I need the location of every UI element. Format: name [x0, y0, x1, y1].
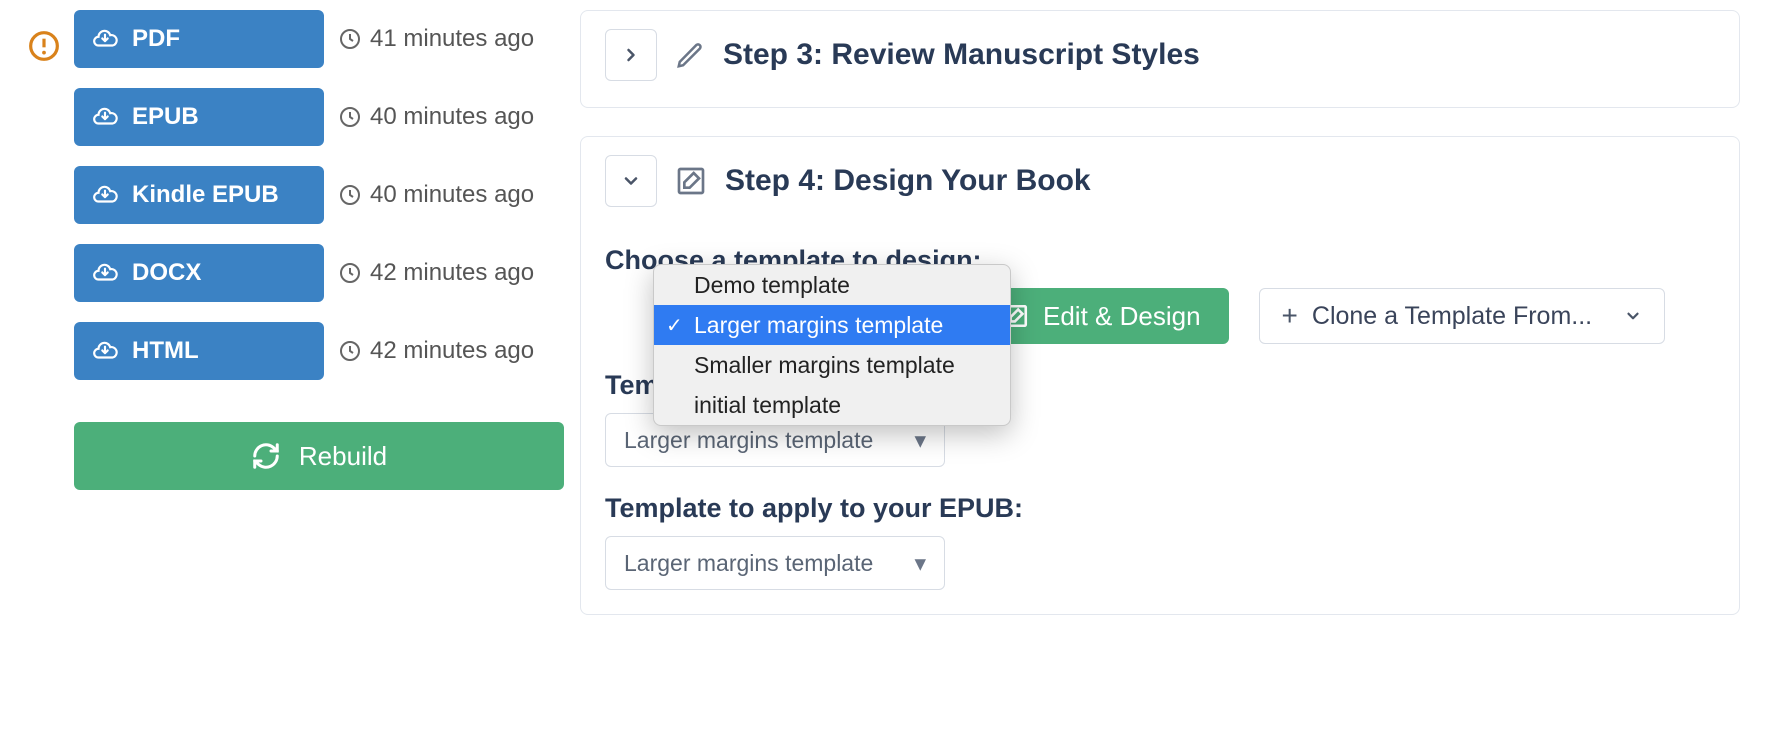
clock-icon	[338, 105, 362, 129]
caret-down-icon: ▾	[914, 427, 926, 454]
edit-design-button[interactable]: Edit & Design	[975, 288, 1229, 344]
template-option-smaller-margins[interactable]: Smaller margins template	[654, 345, 1010, 385]
build-time: 42 minutes ago	[338, 337, 534, 365]
cloud-download-icon	[92, 338, 118, 364]
refresh-icon	[251, 441, 281, 471]
chevron-down-icon	[621, 171, 641, 191]
pencil-icon	[675, 40, 705, 70]
edit-square-icon	[675, 165, 707, 197]
epub-template-select[interactable]: Larger margins template ▾	[605, 536, 945, 590]
format-label: Kindle EPUB	[132, 181, 279, 209]
clock-icon	[338, 339, 362, 363]
clock-icon	[338, 261, 362, 285]
warning-icon	[28, 30, 60, 62]
step-3-title: Step 3: Review Manuscript Styles	[723, 38, 1200, 72]
download-docx-button[interactable]: DOCX	[74, 244, 324, 302]
download-pdf-button[interactable]: PDF	[74, 10, 324, 68]
format-label: HTML	[132, 337, 199, 365]
caret-down-icon: ▾	[914, 550, 926, 577]
build-sidebar: PDF 41 minutes ago EPUB	[28, 10, 548, 615]
step-4-title: Step 4: Design Your Book	[725, 164, 1091, 198]
plus-icon: +	[1282, 300, 1298, 332]
download-html-button[interactable]: HTML	[74, 322, 324, 380]
format-label: DOCX	[132, 259, 201, 287]
template-option-demo[interactable]: Demo template	[654, 265, 1010, 305]
rebuild-label: Rebuild	[299, 441, 387, 472]
chevron-down-icon	[1624, 307, 1642, 325]
chevron-right-icon	[621, 45, 641, 65]
rebuild-button[interactable]: Rebuild	[74, 422, 564, 490]
build-time: 40 minutes ago	[338, 181, 534, 209]
download-epub-button[interactable]: EPUB	[74, 88, 324, 146]
template-option-larger-margins[interactable]: ✓ Larger margins template	[654, 305, 1010, 345]
edit-design-label: Edit & Design	[1043, 301, 1201, 332]
format-label: EPUB	[132, 103, 199, 131]
epub-template-label: Template to apply to your EPUB:	[605, 493, 1715, 524]
step-4-toggle[interactable]	[605, 155, 657, 207]
step-3-card: Step 3: Review Manuscript Styles	[580, 10, 1740, 108]
clock-icon	[338, 27, 362, 51]
step-3-toggle[interactable]	[605, 29, 657, 81]
build-time: 41 minutes ago	[338, 25, 534, 53]
clock-icon	[338, 183, 362, 207]
build-time: 42 minutes ago	[338, 259, 534, 287]
build-time: 40 minutes ago	[338, 103, 534, 131]
template-dropdown-popup: Demo template ✓ Larger margins template …	[653, 264, 1011, 426]
download-kindle-epub-button[interactable]: Kindle EPUB	[74, 166, 324, 224]
cloud-download-icon	[92, 104, 118, 130]
format-label: PDF	[132, 25, 180, 53]
clone-template-button[interactable]: + Clone a Template From...	[1259, 288, 1666, 344]
check-icon: ✓	[666, 313, 683, 338]
cloud-download-icon	[92, 260, 118, 286]
cloud-download-icon	[92, 182, 118, 208]
clone-label: Clone a Template From...	[1312, 302, 1592, 331]
template-option-initial[interactable]: initial template	[654, 385, 1010, 425]
cloud-download-icon	[92, 26, 118, 52]
